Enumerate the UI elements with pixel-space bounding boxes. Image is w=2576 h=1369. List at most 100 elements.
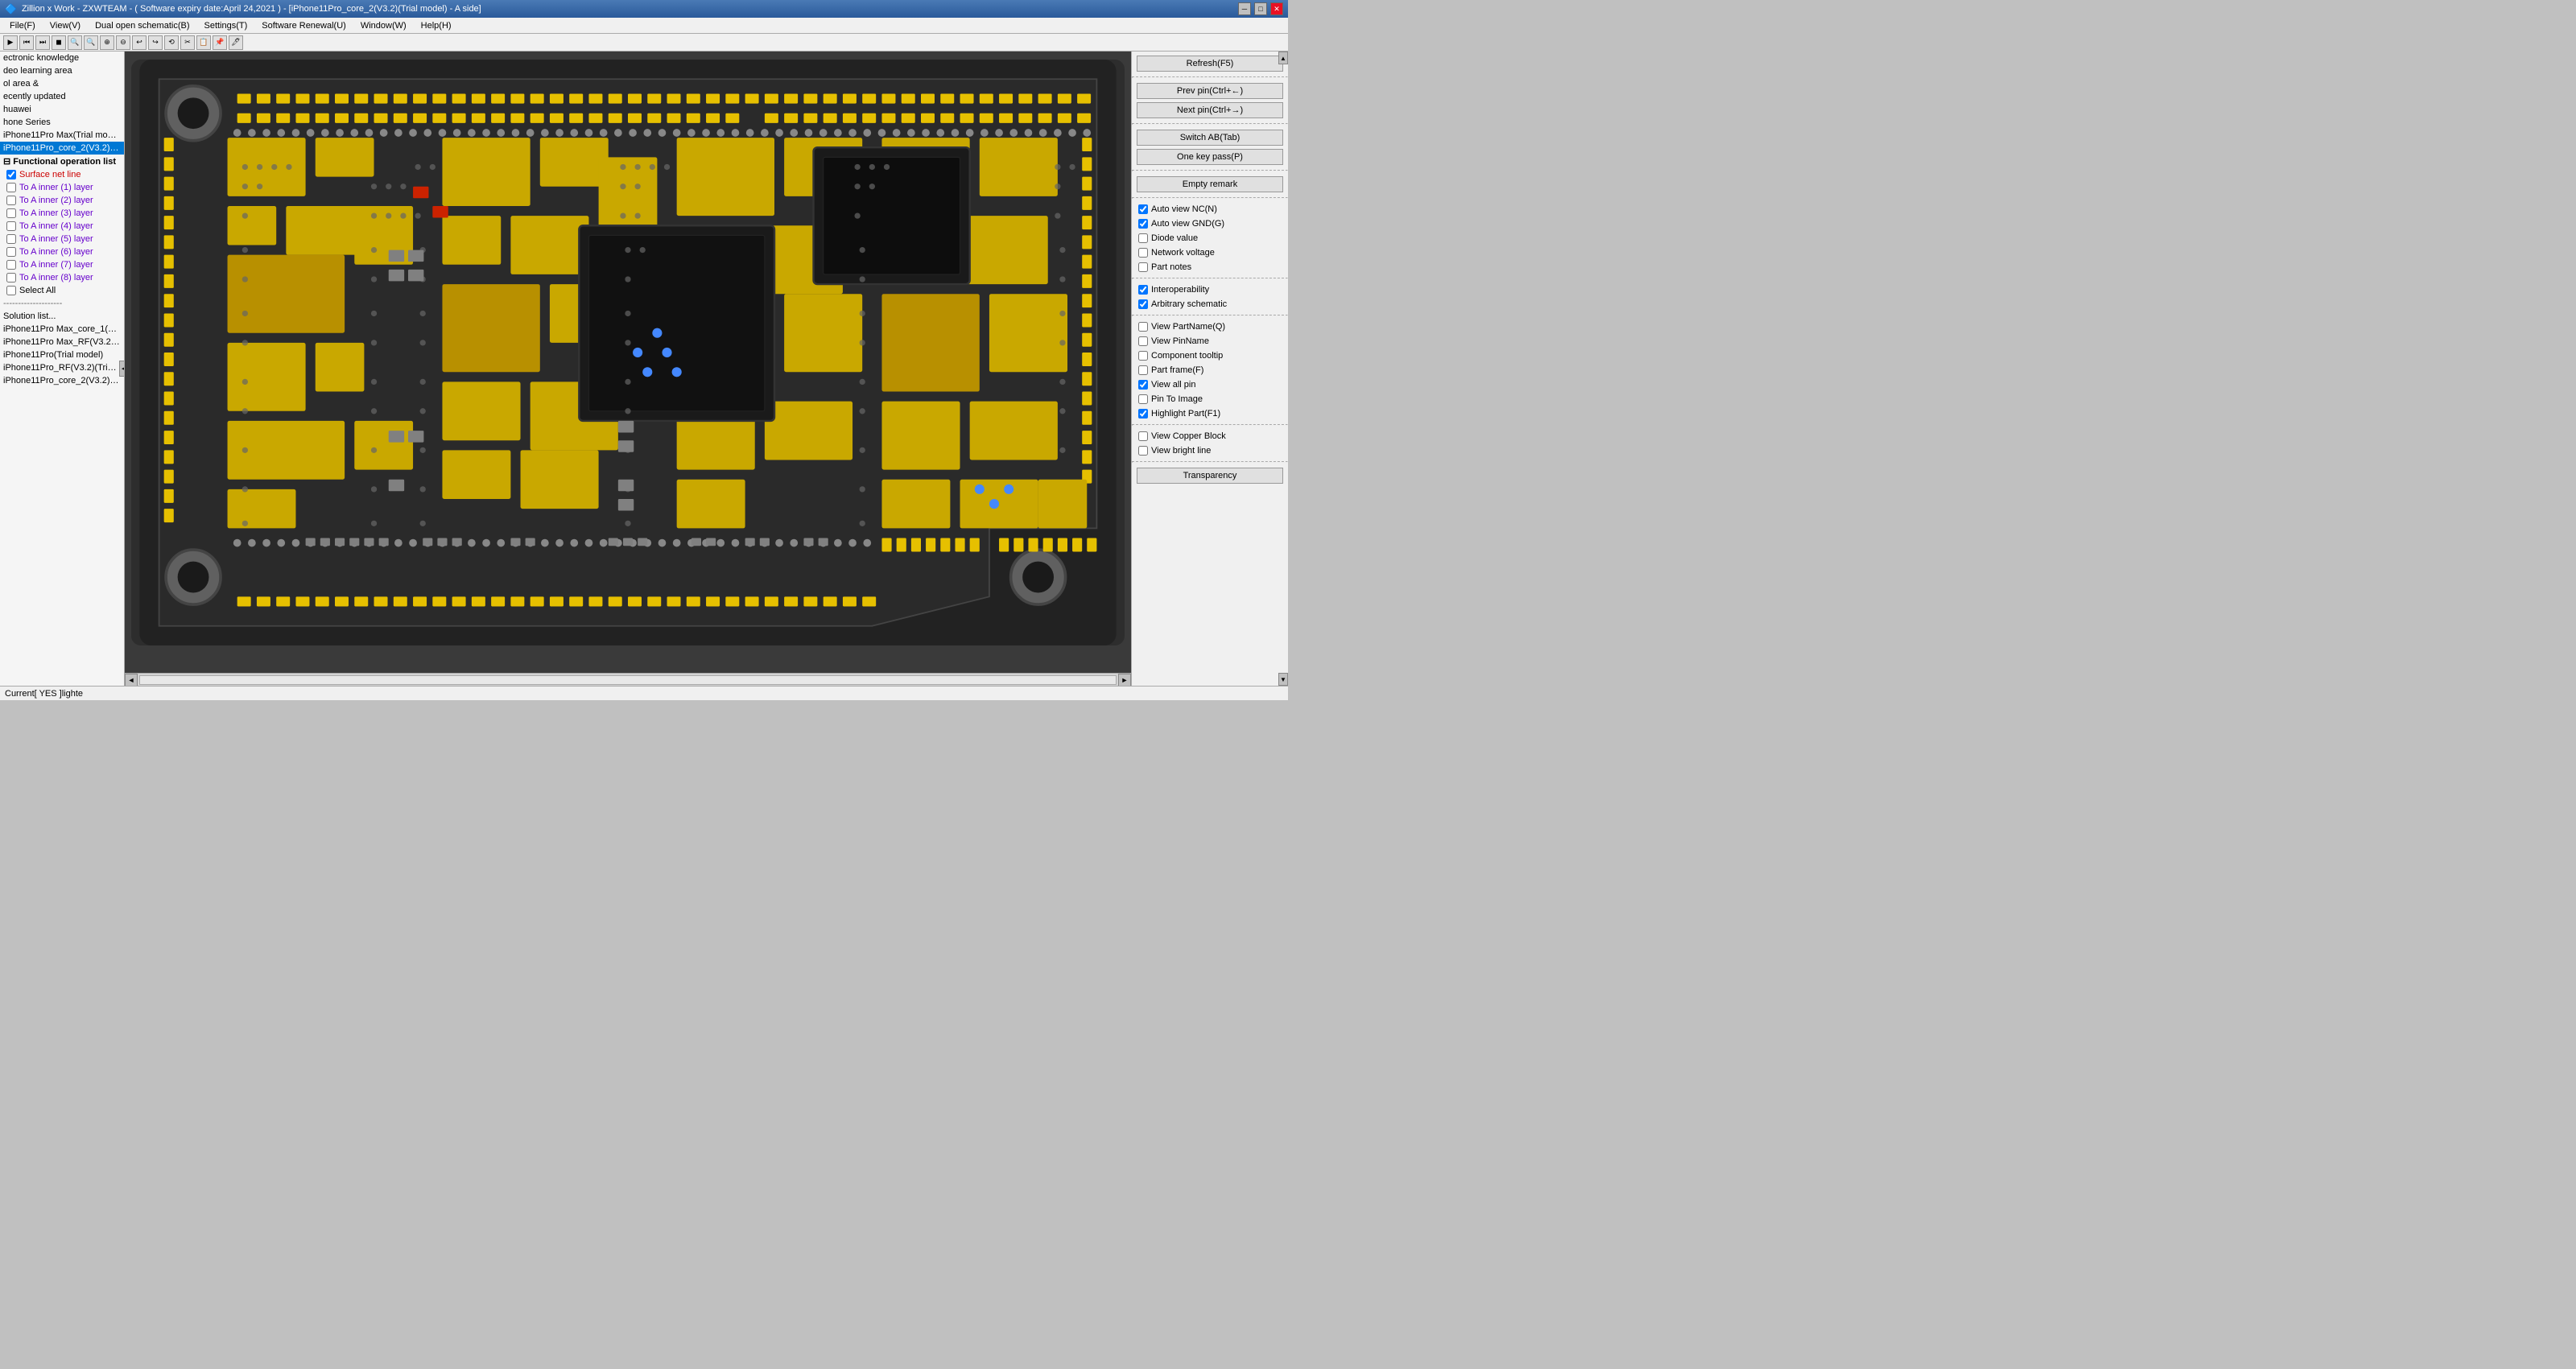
sidebar-checkbox-inner8[interactable]: [6, 273, 16, 282]
toolbar-btn-7[interactable]: ⊕: [100, 35, 114, 50]
view-partname-checkbox[interactable]: [1138, 322, 1148, 332]
sidebar-label-inner3[interactable]: To A inner (3) layer: [19, 208, 93, 218]
horizontal-scrollbar[interactable]: ◄ ►: [125, 673, 1131, 686]
sidebar-item-solution[interactable]: Solution list...: [0, 310, 124, 323]
transparency-button[interactable]: Transparency: [1137, 468, 1283, 484]
toolbar-btn-3[interactable]: ⏭: [35, 35, 50, 50]
empty-remark-button[interactable]: Empty remark: [1137, 176, 1283, 192]
sidebar-checkbox-inner3[interactable]: [6, 208, 16, 218]
h-scroll-track[interactable]: [139, 675, 1117, 685]
interoperability-checkbox[interactable]: [1138, 285, 1148, 295]
view-copper-block-label[interactable]: View Copper Block: [1151, 431, 1226, 441]
highlight-part-checkbox[interactable]: [1138, 409, 1148, 419]
component-tooltip-label[interactable]: Component tooltip: [1151, 351, 1223, 361]
sidebar-scroll[interactable]: ectronic knowledgedeo learning areaol ar…: [0, 52, 124, 686]
toolbar-btn-1[interactable]: ▶: [3, 35, 18, 50]
part-frame-label[interactable]: Part frame(F): [1151, 365, 1203, 375]
sidebar-label-selectall[interactable]: Select All: [19, 286, 56, 295]
toolbar-btn-2[interactable]: ⏮: [19, 35, 34, 50]
sidebar-checkbox-inner6[interactable]: [6, 247, 16, 257]
sidebar-item-iphone11procore2[interactable]: iPhone11Pro_core_2(V3.2)(Trial model): [0, 142, 124, 155]
diode-value-label[interactable]: Diode value: [1151, 233, 1198, 243]
right-scroll-up-button[interactable]: ▲: [1278, 52, 1288, 64]
sidebar-label-inner4[interactable]: To A inner (4) layer: [19, 221, 93, 231]
canvas-area[interactable]: ◄ ►: [125, 52, 1131, 686]
maximize-button[interactable]: □: [1254, 2, 1267, 15]
auto-view-gnd-checkbox[interactable]: [1138, 219, 1148, 229]
sidebar-label-inner8[interactable]: To A inner (8) layer: [19, 273, 93, 282]
sidebar-item-updated[interactable]: ecently updated: [0, 90, 124, 103]
sidebar-checkbox-selectall[interactable]: [6, 286, 16, 295]
menu-item-renewal[interactable]: Software Renewal(U): [255, 19, 353, 32]
view-copper-block-checkbox[interactable]: [1138, 431, 1148, 441]
menu-item-settings[interactable]: Settings(T): [197, 19, 254, 32]
right-scroll-down-button[interactable]: ▼: [1278, 673, 1288, 686]
prev-pin-button[interactable]: Prev pin(Ctrl+←): [1137, 83, 1283, 99]
toolbar-btn-11[interactable]: ⟲: [164, 35, 179, 50]
pin-to-image-label[interactable]: Pin To Image: [1151, 394, 1203, 404]
toolbar-btn-9[interactable]: ↩: [132, 35, 147, 50]
view-pinname-label[interactable]: View PinName: [1151, 336, 1209, 346]
sidebar-label-inner6[interactable]: To A inner (6) layer: [19, 247, 93, 257]
one-key-pass-button[interactable]: One key pass(P): [1137, 149, 1283, 165]
sidebar-item-electronic[interactable]: ectronic knowledge: [0, 52, 124, 64]
view-bright-line-checkbox[interactable]: [1138, 446, 1148, 456]
sidebar-label-inner5[interactable]: To A inner (5) layer: [19, 234, 93, 244]
auto-view-nc-checkbox[interactable]: [1138, 204, 1148, 214]
arbitrary-schematic-label[interactable]: Arbitrary schematic: [1151, 299, 1227, 309]
toolbar-btn-14[interactable]: 📌: [213, 35, 227, 50]
sidebar-item-tool[interactable]: ol area &: [0, 77, 124, 90]
sidebar-label-inner1[interactable]: To A inner (1) layer: [19, 183, 93, 192]
sidebar-item-iphone11prorf[interactable]: iPhone11Pro_RF(V3.2)(Trial model): [0, 361, 124, 374]
highlight-part-label[interactable]: Highlight Part(F1): [1151, 409, 1220, 419]
sidebar-item-iphone11procore2b[interactable]: iPhone11Pro_core_2(V3.2)(Trial model): [0, 374, 124, 387]
toolbar-btn-12[interactable]: ✂: [180, 35, 195, 50]
menu-item-view[interactable]: View(V): [43, 19, 87, 32]
menu-item-window[interactable]: Window(W): [354, 19, 413, 32]
view-bright-line-label[interactable]: View bright line: [1151, 446, 1211, 456]
toolbar-btn-15[interactable]: 🖊: [229, 35, 243, 50]
sidebar-item-iphone11pro[interactable]: iPhone11Pro(Trial model): [0, 348, 124, 361]
sidebar-label-inner7[interactable]: To A inner (7) layer: [19, 260, 93, 270]
sidebar-collapse-button[interactable]: ◄: [119, 361, 125, 377]
sidebar-item-phone[interactable]: hone Series: [0, 116, 124, 129]
auto-view-nc-label[interactable]: Auto view NC(N): [1151, 204, 1217, 214]
component-tooltip-checkbox[interactable]: [1138, 351, 1148, 361]
menu-item-help[interactable]: Help(H): [415, 19, 458, 32]
network-voltage-checkbox[interactable]: [1138, 248, 1148, 258]
scroll-right-button[interactable]: ►: [1118, 674, 1131, 687]
part-notes-label[interactable]: Part notes: [1151, 262, 1191, 272]
sidebar-checkbox-inner1[interactable]: [6, 183, 16, 192]
view-partname-label[interactable]: View PartName(Q): [1151, 322, 1225, 332]
toolbar-btn-8[interactable]: ⊖: [116, 35, 130, 50]
close-button[interactable]: ✕: [1270, 2, 1283, 15]
part-notes-checkbox[interactable]: [1138, 262, 1148, 272]
sidebar-checkbox-inner4[interactable]: [6, 221, 16, 231]
minimize-button[interactable]: ─: [1238, 2, 1251, 15]
sidebar-checkbox-inner2[interactable]: [6, 196, 16, 205]
network-voltage-label[interactable]: Network voltage: [1151, 248, 1215, 258]
sidebar-item-video[interactable]: deo learning area: [0, 64, 124, 77]
pin-to-image-checkbox[interactable]: [1138, 394, 1148, 404]
sidebar-checkbox-inner7[interactable]: [6, 260, 16, 270]
scroll-left-button[interactable]: ◄: [125, 674, 138, 687]
switch-ab-button[interactable]: Switch AB(Tab): [1137, 130, 1283, 146]
view-pinname-checkbox[interactable]: [1138, 336, 1148, 346]
sidebar-item-iphone11promax[interactable]: iPhone11Pro Max(Trial model): [0, 129, 124, 142]
sidebar-item-iphone11max1[interactable]: iPhone11Pro Max_core_1(V3.2)(Trial model…: [0, 323, 124, 336]
interoperability-label[interactable]: Interoperability: [1151, 285, 1209, 295]
sidebar-label-inner2[interactable]: To A inner (2) layer: [19, 196, 93, 205]
refresh-button[interactable]: Refresh(F5): [1137, 56, 1283, 72]
toolbar-btn-13[interactable]: 📋: [196, 35, 211, 50]
sidebar-item-huawei[interactable]: huawei: [0, 103, 124, 116]
sidebar-label-surfacenet[interactable]: Surface net line: [19, 170, 80, 179]
sidebar-item-iphone11maxrf[interactable]: iPhone11Pro Max_RF(V3.2)(Trial model): [0, 336, 124, 348]
auto-view-gnd-label[interactable]: Auto view GND(G): [1151, 219, 1224, 229]
toolbar-btn-4[interactable]: ◼: [52, 35, 66, 50]
menu-item-file[interactable]: File(F): [3, 19, 42, 32]
view-all-pin-checkbox[interactable]: [1138, 380, 1148, 390]
menu-item-dual[interactable]: Dual open schematic(B): [89, 19, 196, 32]
view-all-pin-label[interactable]: View all pin: [1151, 380, 1195, 390]
part-frame-checkbox[interactable]: [1138, 365, 1148, 375]
arbitrary-schematic-checkbox[interactable]: [1138, 299, 1148, 309]
